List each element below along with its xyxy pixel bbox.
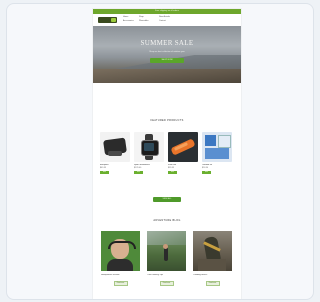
- nav-item-new-arrivals[interactable]: New Arrivals: [159, 16, 170, 18]
- product-image[interactable]: [100, 132, 130, 162]
- blog-image[interactable]: [147, 231, 186, 271]
- product-image[interactable]: [134, 132, 164, 162]
- blog-post-title[interactable]: Trail Running Tips: [147, 274, 186, 277]
- preview-card: Free shipping on all orders Home Shop Ne…: [6, 3, 314, 300]
- product-card[interactable]: Outdoor Kit $24.50 Add: [202, 132, 232, 188]
- product-price: $49.99: [100, 166, 107, 169]
- nav-item-wearables[interactable]: Wearables: [139, 20, 149, 22]
- hero-subtitle: Shop our best collection of outdoor gear: [149, 51, 185, 53]
- product-price: $24.50: [202, 166, 209, 169]
- nav-item-home[interactable]: Home: [123, 16, 128, 18]
- blog-card[interactable]: Trail Running Tips Read more: [147, 231, 186, 299]
- hero-ground: [93, 69, 241, 83]
- product-price: $129.00: [134, 166, 142, 169]
- blog-image[interactable]: [193, 231, 232, 271]
- add-to-cart-button[interactable]: Add: [202, 171, 211, 174]
- nav-item-accessories[interactable]: Accessories: [123, 20, 134, 22]
- product-image[interactable]: [202, 132, 232, 162]
- blog-image[interactable]: [101, 231, 140, 271]
- blog-grid: Headphones Review Read more Trail Runnin…: [101, 231, 233, 299]
- read-more-button[interactable]: Read more: [113, 280, 128, 286]
- product-card[interactable]: Sport Smartwatch $129.00 Add: [134, 132, 164, 188]
- product-card[interactable]: Knife Set $39.99 Add: [168, 132, 198, 188]
- add-to-cart-button[interactable]: Add: [168, 171, 177, 174]
- add-to-cart-button[interactable]: Add: [134, 171, 143, 174]
- add-to-cart-button[interactable]: Add: [100, 171, 109, 174]
- product-card[interactable]: Backpack $49.99 Add: [100, 132, 130, 188]
- main-nav: Home Shop New Arrivals Accessories Weara…: [123, 16, 195, 24]
- blog-title: ADVENTURE BLOG: [153, 219, 181, 222]
- hero-title: SUMMER SALE: [140, 39, 194, 47]
- blog-post-title[interactable]: Climbing Basics: [193, 274, 232, 277]
- read-more-button[interactable]: Read more: [159, 280, 174, 286]
- featured-title: FEATURED PRODUCTS: [150, 119, 184, 122]
- nav-item-shop[interactable]: Shop: [139, 16, 144, 18]
- blog-card[interactable]: Headphones Review Read more: [101, 231, 140, 299]
- hero-shop-button[interactable]: SHOP NOW: [150, 58, 184, 63]
- nav-item-contact[interactable]: Contact: [159, 20, 166, 22]
- view-all-button[interactable]: VIEW ALL: [153, 197, 181, 202]
- blog-card[interactable]: Climbing Basics Read more: [193, 231, 232, 299]
- product-grid: Backpack $49.99 Add Sport Smartwatch $12…: [100, 132, 235, 188]
- blog-post-title[interactable]: Headphones Review: [101, 274, 140, 277]
- site-header: Home Shop New Arrivals Accessories Weara…: [93, 14, 241, 31]
- store-logo[interactable]: [98, 17, 117, 23]
- store-page-preview: Free shipping on all orders Home Shop Ne…: [93, 9, 241, 299]
- hero-banner: SUMMER SALE Shop our best collection of …: [93, 26, 241, 83]
- read-more-button[interactable]: Read more: [205, 280, 220, 286]
- product-image[interactable]: [168, 132, 198, 162]
- product-price: $39.99: [168, 166, 175, 169]
